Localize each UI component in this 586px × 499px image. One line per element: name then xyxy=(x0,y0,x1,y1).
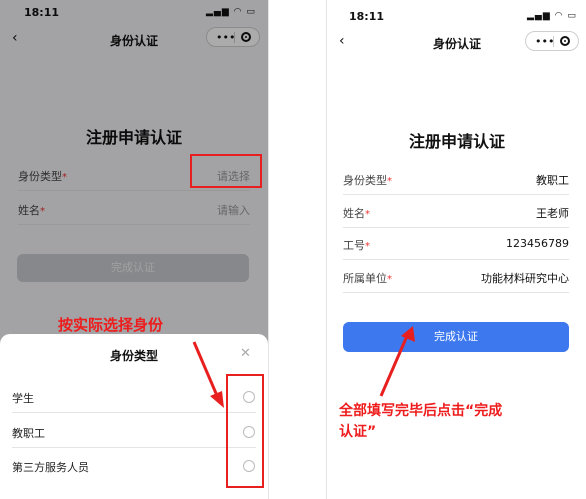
status-time: 18:11 xyxy=(349,10,385,23)
target-icon[interactable] xyxy=(560,36,570,46)
option-label-student[interactable]: 学生 xyxy=(12,390,34,406)
field-divider xyxy=(343,227,569,228)
annotation-text: 全部填写完毕后点击“完成 认证” xyxy=(339,401,502,443)
annotation-text: 按实际选择身份 xyxy=(58,316,164,334)
arrow-icon xyxy=(379,326,415,397)
field-divider xyxy=(343,194,569,195)
more-dots-icon[interactable]: ••• xyxy=(535,35,554,48)
annotation-line-1: 全部填写完毕后点击“完成 xyxy=(339,403,503,419)
field-label-employee-id: 工号* xyxy=(343,239,370,252)
mini-program-capsule[interactable]: ••• xyxy=(525,31,579,51)
field-divider xyxy=(343,292,569,293)
highlight-box-options xyxy=(226,374,264,488)
annotation-line-2: 认证” xyxy=(339,424,377,440)
form-title: 注册申请认证 xyxy=(408,132,505,151)
highlight-box-select xyxy=(190,154,262,188)
option-divider xyxy=(12,412,256,413)
left-phone-screen: 18:11 ▂▄▆ ◠ ▭ ‹ 身份认证 ••• 注册申请认证 身份类型* 请选… xyxy=(0,0,269,499)
option-label-third-party[interactable]: 第三方服务人员 xyxy=(12,459,89,475)
close-icon[interactable]: ✕ xyxy=(240,346,251,361)
option-label-staff[interactable]: 教职工 xyxy=(12,425,45,441)
name-value[interactable]: 王老师 xyxy=(447,205,569,221)
field-divider xyxy=(343,259,569,260)
department-value[interactable]: 功能材料研究中心 xyxy=(427,270,569,286)
status-icons: ▂▄▆ ◠ ▭ xyxy=(527,11,577,21)
field-label-identity-type: 身份类型* xyxy=(343,174,392,187)
arrow-icon xyxy=(192,341,224,408)
identity-type-value[interactable]: 教职工 xyxy=(447,172,569,188)
capsule-divider xyxy=(553,36,554,47)
field-label-name: 姓名* xyxy=(343,207,370,220)
field-label-department: 所属单位* xyxy=(343,272,392,285)
right-phone-screen: 18:11 ▂▄▆ ◠ ▭ ‹ 身份认证 ••• 注册申请认证 身份类型* 教职… xyxy=(326,0,586,499)
option-divider xyxy=(12,447,256,448)
employee-id-value[interactable]: 123456789 xyxy=(447,237,569,250)
